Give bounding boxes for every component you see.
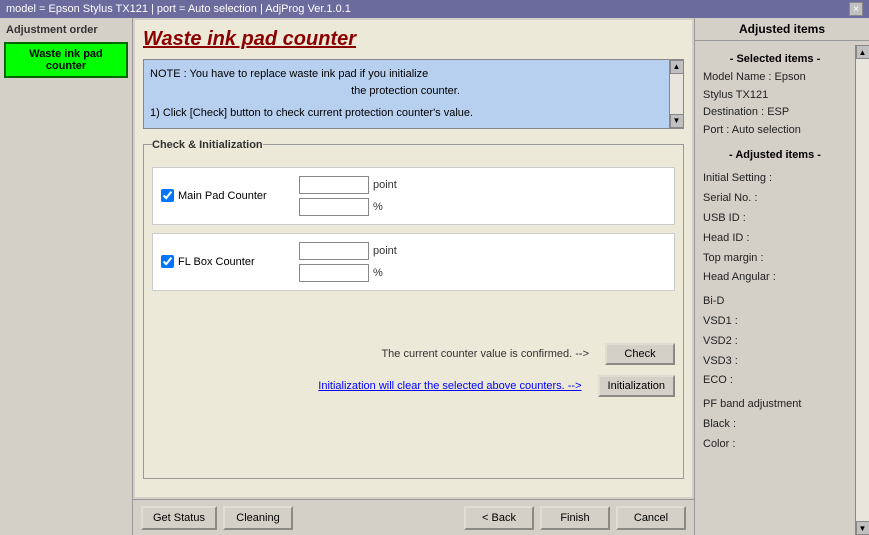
sidebar-item-waste-ink-pad-counter[interactable]: Waste ink pad counter bbox=[4, 42, 128, 78]
field-top-margin: Top margin : bbox=[703, 249, 847, 269]
main-pad-counter-label[interactable]: Main Pad Counter bbox=[161, 189, 291, 202]
check-group-legend: Check & Initialization bbox=[152, 139, 263, 151]
main-pad-counter-row: Main Pad Counter point % bbox=[152, 167, 675, 225]
main-pad-counter-checkbox[interactable] bbox=[161, 189, 174, 202]
field-bi-d: Bi-D bbox=[703, 292, 847, 312]
right-scrollbar: ▲ ▼ bbox=[855, 45, 869, 535]
fl-box-percent-row: % bbox=[299, 264, 397, 282]
center-inner: Waste ink pad counter NOTE : You have to… bbox=[135, 20, 692, 497]
fl-box-percent-input[interactable] bbox=[299, 264, 369, 282]
initialization-button[interactable]: Initialization bbox=[598, 375, 675, 397]
main-pad-point-unit: point bbox=[373, 179, 397, 191]
cancel-button[interactable]: Cancel bbox=[616, 506, 686, 530]
note-scroll-up[interactable]: ▲ bbox=[670, 60, 684, 74]
main-layout: Adjustment order Waste ink pad counter W… bbox=[0, 18, 869, 535]
note-line2: the protection counter. bbox=[150, 83, 661, 100]
main-pad-percent-unit: % bbox=[373, 201, 383, 213]
sidebar: Adjustment order Waste ink pad counter bbox=[0, 18, 133, 535]
sidebar-title: Adjustment order bbox=[4, 22, 128, 38]
note-line1: NOTE : You have to replace waste ink pad… bbox=[150, 66, 661, 83]
init-action-text: Initialization will clear the selected a… bbox=[152, 380, 590, 392]
fl-box-counter-label[interactable]: FL Box Counter bbox=[161, 255, 291, 268]
center-content: Waste ink pad counter NOTE : You have to… bbox=[133, 18, 694, 499]
title-bar: model = Epson Stylus TX121 | port = Auto… bbox=[0, 0, 869, 18]
destination: Destination : ESP bbox=[703, 104, 847, 122]
right-panel-title: Adjusted items bbox=[695, 18, 869, 41]
fl-box-counter-values: point % bbox=[299, 242, 397, 282]
cleaning-button[interactable]: Cleaning bbox=[223, 506, 293, 530]
field-serial-no: Serial No. : bbox=[703, 189, 847, 209]
main-pad-percent-input[interactable] bbox=[299, 198, 369, 216]
fl-box-percent-unit: % bbox=[373, 267, 383, 279]
field-vsd1: VSD1 : bbox=[703, 312, 847, 332]
init-action-row: Initialization will clear the selected a… bbox=[152, 375, 675, 397]
note-scroll-track bbox=[670, 74, 683, 114]
right-scroll-down[interactable]: ▼ bbox=[856, 521, 869, 535]
right-panel-content: - Selected items - Model Name : Epson St… bbox=[695, 45, 869, 535]
field-initial-setting: Initial Setting : bbox=[703, 169, 847, 189]
main-pad-point-input[interactable] bbox=[299, 176, 369, 194]
check-group: Check & Initialization Main Pad Counter … bbox=[143, 139, 684, 480]
selected-items-title: - Selected items - bbox=[703, 53, 847, 65]
fl-box-point-input[interactable] bbox=[299, 242, 369, 260]
right-scroll-track bbox=[856, 59, 869, 521]
fl-box-point-row: point bbox=[299, 242, 397, 260]
main-pad-percent-row: % bbox=[299, 198, 397, 216]
field-black: Black : bbox=[703, 415, 847, 435]
right-scroll-up[interactable]: ▲ bbox=[856, 45, 869, 59]
port: Port : Auto selection bbox=[703, 122, 847, 140]
note-scroll-down[interactable]: ▼ bbox=[670, 114, 684, 128]
field-eco: ECO : bbox=[703, 371, 847, 391]
fl-box-counter-row: FL Box Counter point % bbox=[152, 233, 675, 291]
bottom-bar: Get Status Cleaning < Back Finish Cancel bbox=[133, 499, 694, 535]
model-name2: Stylus TX121 bbox=[703, 87, 847, 105]
field-pf-band: PF band adjustment bbox=[703, 395, 847, 415]
field-head-angular: Head Angular : bbox=[703, 268, 847, 288]
check-action-text: The current counter value is confirmed. … bbox=[152, 348, 597, 360]
main-pad-point-row: point bbox=[299, 176, 397, 194]
close-button[interactable]: × bbox=[849, 2, 863, 16]
note-line4: 1) Click [Check] button to check current… bbox=[150, 105, 661, 122]
field-vsd3: VSD3 : bbox=[703, 352, 847, 372]
note-box: NOTE : You have to replace waste ink pad… bbox=[143, 59, 684, 129]
field-color: Color : bbox=[703, 435, 847, 455]
finish-button[interactable]: Finish bbox=[540, 506, 610, 530]
note-scrollbar: ▲ ▼ bbox=[669, 60, 683, 128]
fl-box-counter-checkbox[interactable] bbox=[161, 255, 174, 268]
check-action-row: The current counter value is confirmed. … bbox=[152, 339, 675, 369]
field-usb-id: USB ID : bbox=[703, 209, 847, 229]
main-pad-counter-values: point % bbox=[299, 176, 397, 216]
page-title: Waste ink pad counter bbox=[143, 28, 684, 51]
back-button[interactable]: < Back bbox=[464, 506, 534, 530]
get-status-button[interactable]: Get Status bbox=[141, 506, 217, 530]
right-panel: Adjusted items - Selected items - Model … bbox=[694, 18, 869, 535]
check-button[interactable]: Check bbox=[605, 343, 675, 365]
title-bar-text: model = Epson Stylus TX121 | port = Auto… bbox=[6, 3, 351, 15]
field-head-id: Head ID : bbox=[703, 229, 847, 249]
adjusted-items-title: - Adjusted items - bbox=[703, 149, 847, 161]
field-vsd2: VSD2 : bbox=[703, 332, 847, 352]
model-name: Model Name : Epson bbox=[703, 69, 847, 87]
right-panel-inner: - Selected items - Model Name : Epson St… bbox=[695, 45, 855, 535]
fl-box-point-unit: point bbox=[373, 245, 397, 257]
